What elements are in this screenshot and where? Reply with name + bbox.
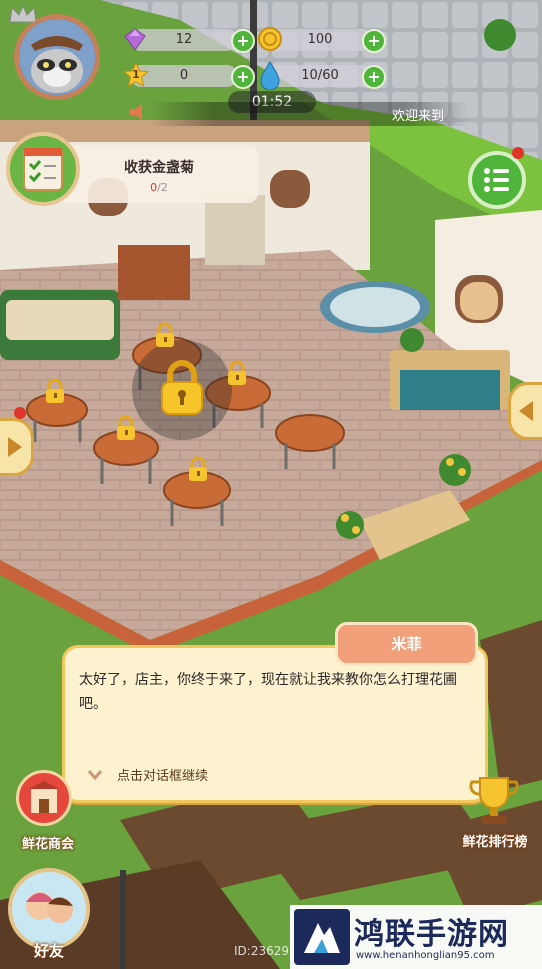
arrow-right-icon [8, 437, 22, 457]
add-gems-button[interactable]: + [231, 29, 255, 53]
gem-icon [122, 26, 148, 52]
raccoon-avatar-icon [19, 19, 95, 95]
watermark-title: 鸿联手游网 [354, 917, 509, 952]
locked-table-lock-icon[interactable] [185, 456, 211, 482]
continue-hint: 点击对话框继续 [117, 769, 209, 784]
scroll-right-button[interactable] [508, 382, 542, 440]
locked-table-lock-icon[interactable] [152, 322, 178, 348]
list-menu-icon [484, 168, 509, 192]
stars-value: 0 [179, 68, 189, 83]
arrow-left-icon [519, 401, 533, 421]
flower-shop-icon[interactable] [16, 770, 72, 826]
locked-table-lock-icon[interactable] [42, 378, 68, 404]
flower-shop-label[interactable]: 鲜花商会 [8, 833, 88, 852]
dialogue-text: 太好了，店主，你终于来了，现在就让我来教你怎么打理花圃吧。 [79, 672, 457, 712]
task-progress-total: 2 [160, 181, 168, 194]
add-stars-button[interactable]: + [231, 65, 255, 89]
gems-value: 12 [175, 32, 193, 47]
task-progress: 0/2 [60, 181, 258, 194]
watermark-banner: 鸿联手游网 www.henanhonglian95.com [290, 905, 542, 969]
task-title: 收获金盏菊 [124, 160, 194, 176]
task-calendar-icon[interactable] [6, 132, 80, 206]
watermark-logo-icon [294, 909, 350, 965]
notification-dot [512, 147, 524, 159]
watermark-url: www.henanhonglian95.com [356, 950, 495, 961]
task-panel[interactable]: 收获金盏菊 0/2 [60, 145, 258, 203]
speaker-nameplate: 米菲 [335, 622, 478, 666]
chevron-down-icon [87, 766, 103, 781]
menu-button[interactable] [468, 151, 526, 209]
announcement-text: 欢迎来到 [392, 109, 445, 124]
friends-icon[interactable] [8, 868, 90, 950]
level-value: 1 [132, 68, 140, 81]
crown-icon [8, 4, 38, 24]
locked-table-lock-icon[interactable] [113, 415, 139, 441]
add-water-button[interactable]: + [362, 65, 386, 89]
game-scene: 12 + 100 + 0 1 + 10/60 + 01:52 欢迎来到 收获金盏… [0, 0, 542, 969]
trophy-icon[interactable] [462, 772, 526, 828]
speaker-icon [127, 101, 149, 123]
ranking-label[interactable]: 鲜花排行榜 [448, 831, 542, 850]
coin-icon [257, 26, 283, 52]
friends-label[interactable]: 好友 [14, 940, 84, 961]
water-value: 10/60 [301, 68, 339, 83]
notification-dot-left [14, 407, 26, 419]
dialogue-box[interactable]: 太好了，店主，你终于来了，现在就让我来教你怎么打理花圃吧。 点击对话框继续 [62, 645, 488, 803]
scroll-left-button[interactable] [0, 418, 34, 476]
water-drop-icon [258, 60, 282, 91]
player-avatar[interactable] [14, 14, 100, 100]
big-lock-icon[interactable] [158, 360, 206, 416]
locked-table-lock-icon[interactable] [224, 360, 250, 386]
add-coins-button[interactable]: + [362, 29, 386, 53]
water-bar: 10/60 [266, 65, 374, 87]
coins-value: 100 [307, 32, 333, 47]
player-id: ID:23629 [234, 944, 289, 958]
